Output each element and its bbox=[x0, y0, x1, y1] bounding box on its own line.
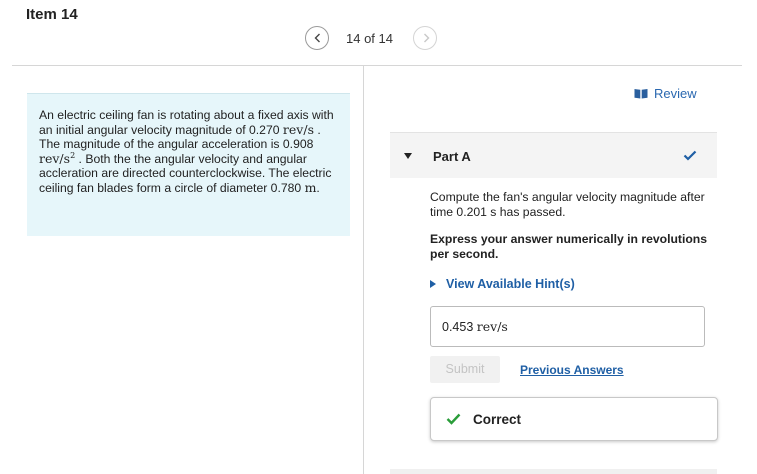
answer-field[interactable]: 0.453 rev/s bbox=[430, 306, 705, 347]
chevron-right-icon bbox=[424, 33, 430, 43]
item-pager: 14 of 14 bbox=[0, 26, 757, 52]
problem-text: . Both the the angular velocity and angu… bbox=[39, 151, 332, 195]
caret-right-icon bbox=[430, 280, 436, 288]
item-title: Item 14 bbox=[26, 6, 78, 23]
answer-value: 0.453 bbox=[442, 320, 474, 334]
problem-statement: An electric ceiling fan is rotating abou… bbox=[27, 93, 350, 236]
answer-unit: rev/s bbox=[476, 319, 508, 334]
hint-label: View Available Hint(s) bbox=[446, 277, 575, 291]
unit-acceleration: rev/s2 bbox=[39, 150, 76, 166]
feedback-correct: Correct bbox=[430, 397, 718, 441]
answer-instruction: Express your answer numerically in revol… bbox=[430, 232, 708, 261]
part-a-header[interactable]: Part A bbox=[390, 132, 717, 178]
unit-velocity: rev/s bbox=[282, 121, 314, 137]
submit-button[interactable]: Submit bbox=[430, 356, 500, 383]
unit-length: m bbox=[304, 179, 317, 195]
view-hints-link[interactable]: View Available Hint(s) bbox=[430, 277, 575, 291]
column-divider bbox=[363, 66, 364, 474]
previous-answers-link[interactable]: Previous Answers bbox=[520, 363, 624, 377]
checkmark-icon bbox=[446, 413, 461, 425]
header-divider bbox=[12, 65, 742, 66]
part-title: Part A bbox=[433, 149, 471, 164]
book-icon bbox=[634, 89, 648, 99]
caret-down-icon bbox=[404, 153, 412, 159]
question-prompt: Compute the fan's angular velocity magni… bbox=[430, 190, 705, 219]
checkmark-icon bbox=[683, 150, 697, 161]
next-item-button[interactable] bbox=[413, 26, 437, 50]
chevron-left-icon bbox=[314, 33, 320, 43]
item-count: 14 of 14 bbox=[346, 31, 393, 46]
next-part-header bbox=[390, 469, 717, 474]
previous-item-button[interactable] bbox=[305, 26, 329, 50]
feedback-label: Correct bbox=[473, 412, 522, 427]
review-label: Review bbox=[654, 86, 697, 101]
review-link[interactable]: Review bbox=[634, 86, 697, 101]
problem-text: . bbox=[316, 180, 320, 195]
